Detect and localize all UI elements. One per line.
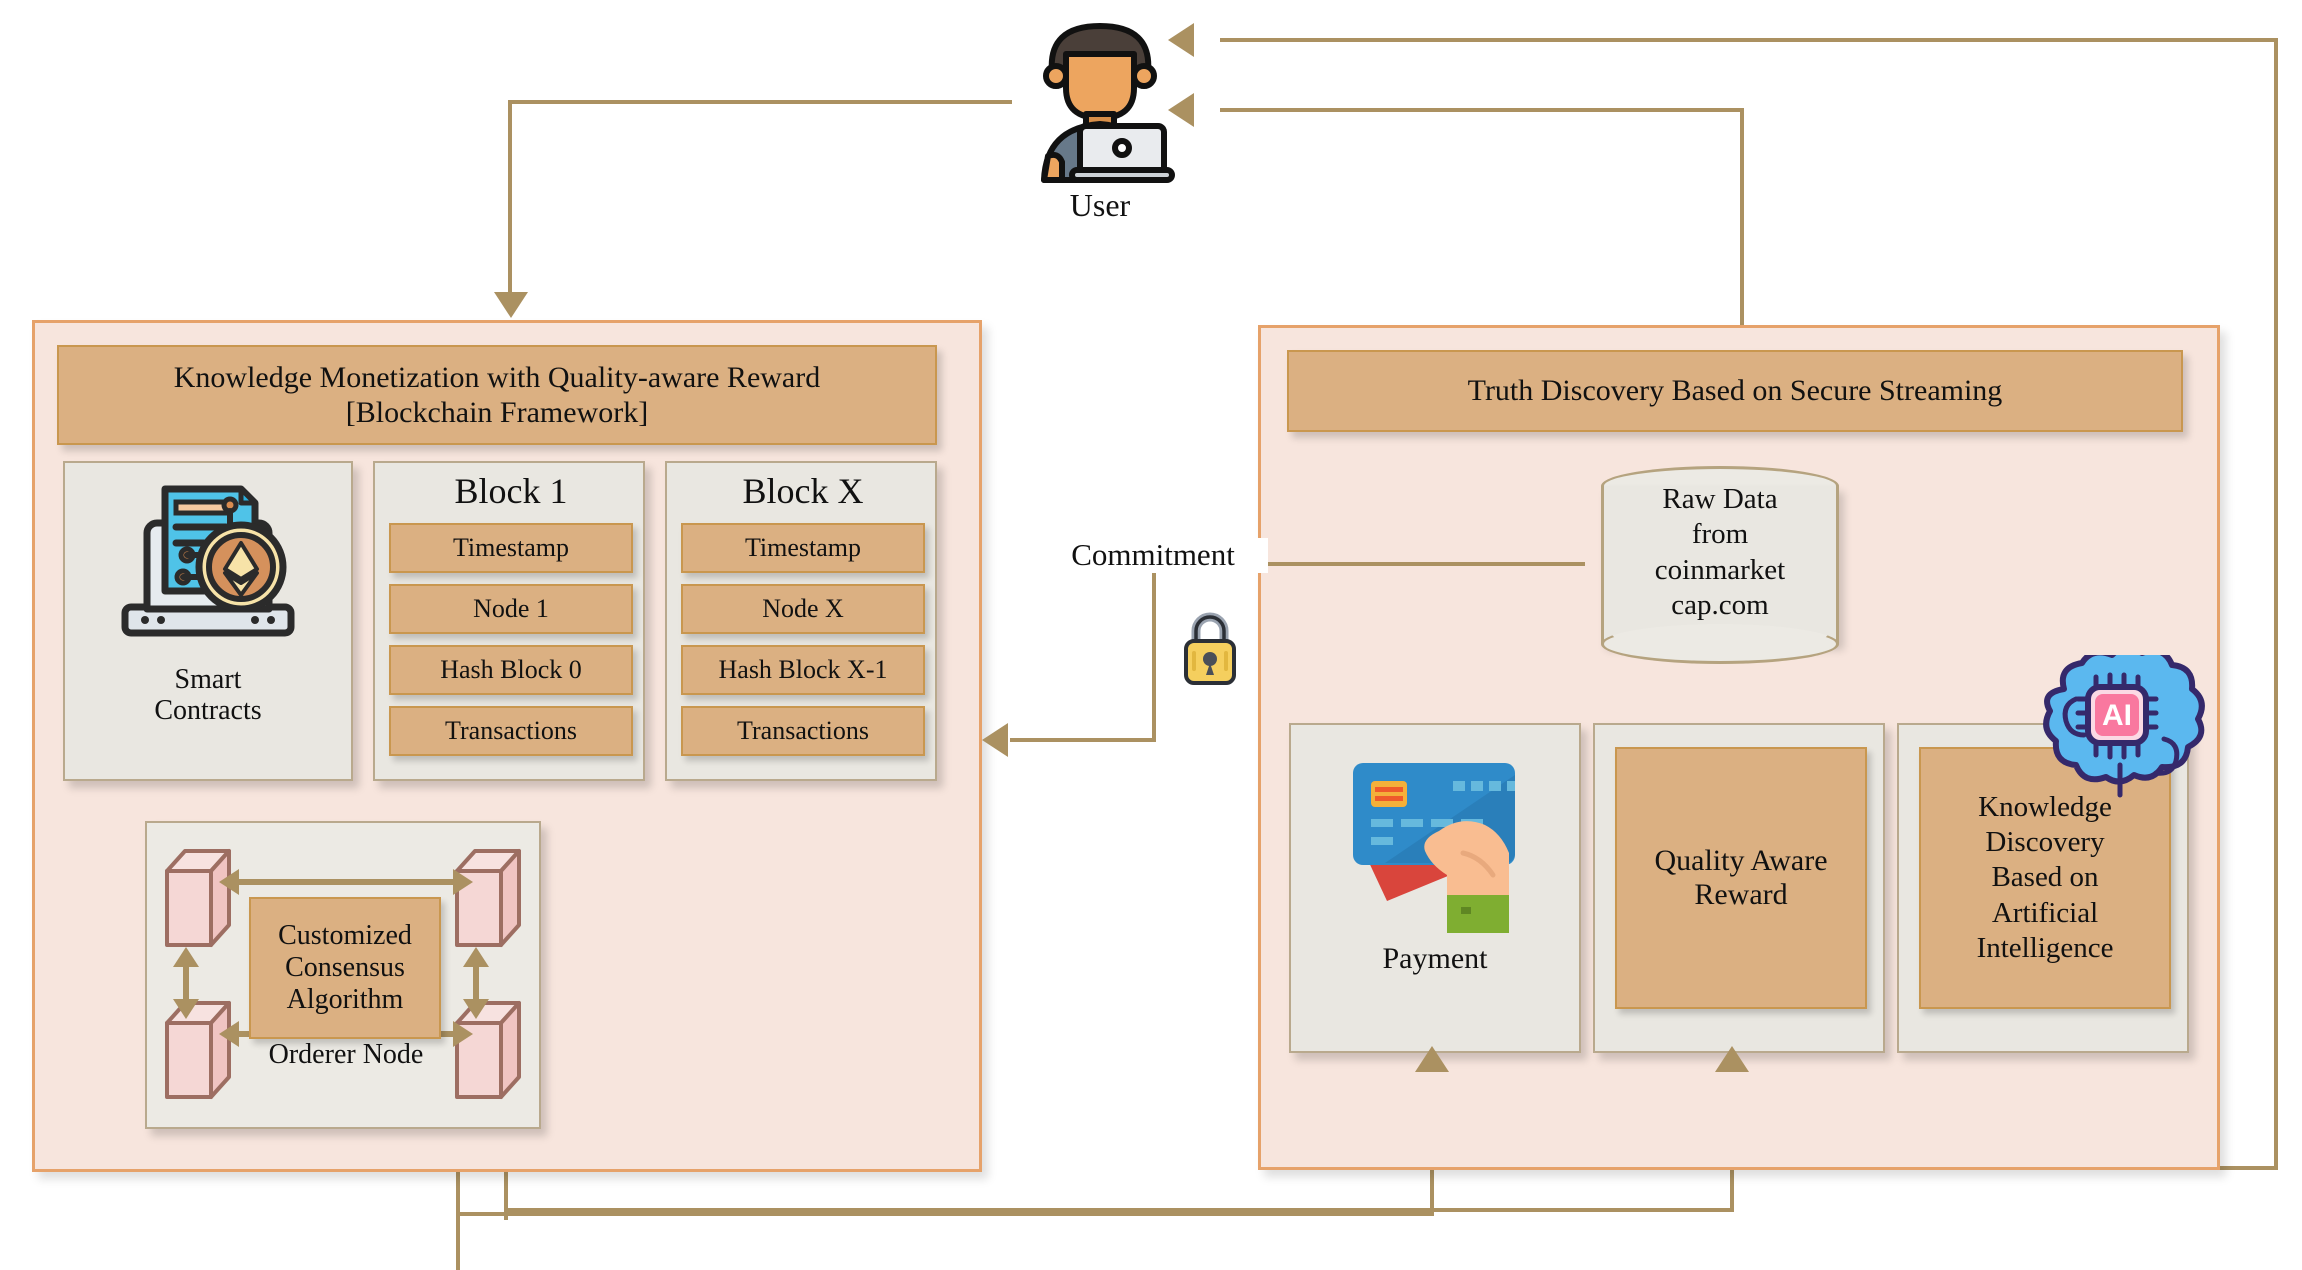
smart-contract-laptop-ethereum-icon	[113, 475, 303, 660]
consensus-algorithm-box: Customized Consensus Algorithm	[249, 897, 441, 1039]
ai-brain-chip-icon: AI	[2024, 644, 2214, 805]
consensus-arrow-top-left-head	[219, 869, 239, 895]
cube-node-icon-top-left	[163, 843, 233, 960]
consensus-algorithm-line1: Customized	[278, 919, 412, 951]
knowledge-discovery-line4: Artificial	[1991, 896, 2099, 929]
consensus-algorithm-line2: Consensus	[285, 951, 405, 983]
payment-card[interactable]: Payment	[1289, 723, 1581, 1053]
raw-data-label: Raw Data from coinmarket cap.com	[1601, 482, 1839, 624]
arrowhead-into-payment	[1415, 1046, 1449, 1072]
connector-truth-to-user-vert	[1740, 108, 1744, 328]
block-field-1-1: Node 1	[389, 584, 633, 634]
cylinder-bottom-ellipse	[1601, 624, 1839, 664]
connector-commitment-horz-bottom	[1010, 738, 1156, 742]
padlock-icon	[1178, 605, 1242, 691]
smart-contracts-label: Smart Contracts	[154, 664, 261, 727]
connector-blockchain-to-payment-horz	[456, 1212, 1434, 1216]
orderer-node-label: Orderer Node	[268, 1039, 424, 1070]
connector-truth-to-user-horz	[1220, 108, 1744, 112]
block-card-1[interactable]: Block 1 Timestamp Node 1 Hash Block 0 Tr…	[373, 461, 645, 781]
cube-node-icon-top-right	[453, 843, 523, 960]
connector-user-to-blockchain-horz	[508, 100, 1012, 104]
raw-data-line1: Raw Data	[1662, 483, 1778, 515]
block-field-x-1: Node X	[681, 584, 925, 634]
block-field-x-2: Hash Block X-1	[681, 645, 925, 695]
credit-card-hand-icon	[1335, 745, 1535, 940]
consensus-algorithm-line3: Algorithm	[286, 984, 404, 1016]
quality-aware-reward-box: Quality Aware Reward	[1615, 747, 1867, 1009]
smart-contracts-label-line2: Contracts	[154, 695, 262, 727]
blockchain-framework-title: Knowledge Monetization with Quality-awar…	[57, 345, 937, 445]
raw-data-datastore[interactable]: Raw Data from coinmarket cap.com	[1601, 466, 1839, 666]
knowledge-discovery-line5: Intelligence	[1976, 932, 2114, 965]
block-field-1-0: Timestamp	[389, 523, 633, 573]
connector-commitment-vert	[1152, 562, 1156, 740]
arrowhead-into-user-top	[1168, 23, 1194, 57]
consensus-arrow-top-right-head	[453, 869, 473, 895]
raw-data-line4: cap.com	[1671, 589, 1769, 622]
consensus-area: Customized Consensus Algorithm Orderer N…	[145, 821, 541, 1129]
blockchain-framework-title-line2: [Blockchain Framework]	[345, 396, 649, 429]
blockchain-framework-title-line1: Knowledge Monetization with Quality-awar…	[173, 360, 821, 394]
arrowhead-into-quality-reward	[1715, 1046, 1749, 1072]
block-field-x-3: Transactions	[681, 706, 925, 756]
consensus-arrow-right-down-head	[463, 999, 489, 1019]
block-field-1-3: Transactions	[389, 706, 633, 756]
knowledge-discovery-line2: Discovery	[1985, 825, 2105, 858]
smart-contracts-card[interactable]: Smart Contracts	[63, 461, 353, 781]
raw-data-line3: coinmarket	[1654, 553, 1786, 586]
connector-commitment-horz-top	[1255, 562, 1585, 566]
block-field-x-0: Timestamp	[681, 523, 925, 573]
blockchain-framework-panel: Knowledge Monetization with Quality-awar…	[32, 320, 982, 1172]
diagram-canvas: Knowledge Monetization with Quality-awar…	[0, 0, 2302, 1270]
quality-aware-reward-line2: Reward	[1694, 878, 1788, 911]
block-card-x[interactable]: Block X Timestamp Node X Hash Block X-1 …	[665, 461, 937, 781]
svg-text:AI: AI	[2102, 699, 2132, 732]
arrowhead-into-blockchain-panel	[494, 292, 528, 318]
block-title-1: Block 1	[454, 471, 568, 511]
connector-ai-to-user-horz-top	[1220, 38, 2278, 42]
connector-blockchain-to-reward-horz	[504, 1208, 1734, 1212]
block-title-x: Block X	[742, 471, 864, 511]
raw-data-line2: from	[1691, 518, 1749, 551]
quality-aware-reward-card[interactable]: Quality Aware Reward	[1593, 723, 1885, 1053]
consensus-arrow-right-up-head	[463, 947, 489, 967]
smart-contracts-label-line1: Smart	[174, 664, 242, 695]
arrowhead-into-user-bottom	[1168, 93, 1194, 127]
quality-aware-reward-line1: Quality Aware	[1654, 843, 1828, 877]
connector-ai-to-user-vert-outer	[2274, 38, 2278, 1170]
commitment-label: Commitment	[1038, 537, 1268, 573]
user-label: User	[1069, 187, 1131, 223]
knowledge-discovery-line3: Based on	[1991, 861, 2099, 894]
payment-label: Payment	[1382, 942, 1488, 975]
consensus-arrow-left-up-head	[173, 947, 199, 967]
truth-discovery-title: Truth Discovery Based on Secure Streamin…	[1287, 350, 2183, 432]
block-field-1-2: Hash Block 0	[389, 645, 633, 695]
consensus-arrow-top-line	[233, 879, 459, 885]
connector-user-to-blockchain-vert	[508, 100, 512, 294]
arrowhead-commitment-into-transactions	[982, 723, 1008, 757]
consensus-arrow-left-down-head	[173, 999, 199, 1019]
